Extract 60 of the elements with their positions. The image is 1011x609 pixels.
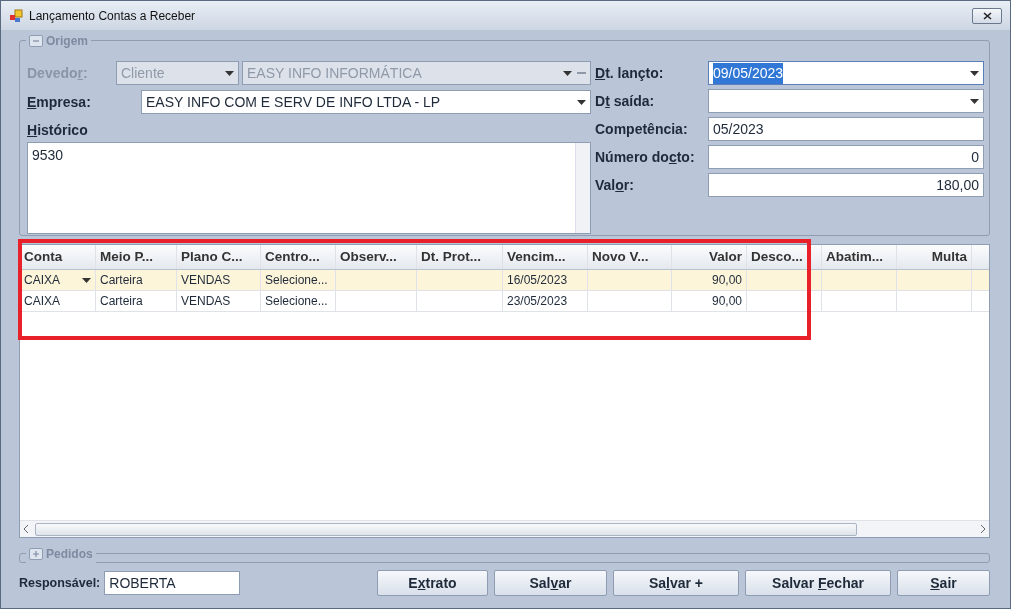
dropdown-caret-icon[interactable] <box>970 70 979 76</box>
action-button[interactable]: Salvar Fechar <box>745 570 891 596</box>
column-header[interactable]: Novo V... <box>588 245 672 269</box>
app-icon <box>9 8 23 23</box>
date-field[interactable]: 09/05/2023 <box>708 61 984 85</box>
table-cell-text: Carteira <box>100 293 143 310</box>
table-cell-text: Carteira <box>100 272 143 289</box>
column-header[interactable]: Vencim... <box>503 245 588 269</box>
close-icon <box>982 11 992 20</box>
table-cell-text: 23/05/2023 <box>507 293 568 310</box>
column-header[interactable]: Observ... <box>336 245 417 269</box>
input-field[interactable]: ROBERTA <box>104 571 241 595</box>
table-cell-text: Selecione... <box>265 293 328 310</box>
field-label: Dt. lançto: <box>595 63 665 83</box>
table-cell-text: 90,00 <box>711 272 742 289</box>
dropdown-caret-icon[interactable] <box>970 98 979 104</box>
action-button[interactable]: Sair <box>897 570 990 596</box>
dropdown-caret-icon[interactable] <box>577 99 586 105</box>
history-textarea[interactable]: 9530 <box>27 142 591 234</box>
column-header[interactable]: Abatim... <box>822 245 897 269</box>
column-header[interactable]: Centro... <box>261 245 336 269</box>
field-label: Empresa: <box>27 92 92 112</box>
selected-row[interactable]: CAIXA Carteira VENDAS Selecione... 16/05/2023 90,00 <box>20 270 989 291</box>
action-button[interactable]: Salvar + <box>613 570 739 596</box>
field-label: Histórico <box>27 121 89 140</box>
action-button[interactable]: Extrato <box>377 570 488 596</box>
table-cell-text: CAIXA <box>24 293 60 310</box>
field-label: Competência: <box>595 119 689 139</box>
column-header[interactable]: Valor <box>672 245 747 269</box>
date-field[interactable] <box>708 89 984 113</box>
action-button[interactable]: Salvar <box>494 570 607 596</box>
table-cell-text: Selecione... <box>265 272 328 289</box>
window-title: Lançamento Contas a Receber <box>29 7 196 25</box>
table-cell-text: VENDAS <box>181 293 231 310</box>
column-header[interactable]: Meio P... <box>96 245 177 269</box>
table-cell-text: 16/05/2023 <box>507 272 568 289</box>
column-header[interactable]: Dt. Prot... <box>417 245 503 269</box>
field-label: Responsável: <box>19 574 101 592</box>
column-header[interactable]: Desco... <box>747 245 822 269</box>
table-cell-text: CAIXA <box>24 272 60 289</box>
input-field[interactable]: 180,00 <box>708 173 984 197</box>
horizontal-scrollbar[interactable] <box>20 520 989 537</box>
field-label: Dt saída: <box>595 91 656 111</box>
company-dropdown[interactable]: EASY INFO COM E SERV DE INFO LTDA - LP <box>141 90 591 114</box>
scroll-left-icon[interactable] <box>23 525 29 533</box>
column-header[interactable]: Plano C... <box>177 245 261 269</box>
table-row[interactable]: CAIXA Carteira VENDAS Selecione... 23/05/2023 90,00 <box>20 291 989 312</box>
column-header[interactable]: Conta <box>20 245 96 269</box>
group-title: Pedidos <box>46 546 93 563</box>
table-cell-text: VENDAS <box>181 272 231 289</box>
field-label: Valor: <box>595 175 635 195</box>
input-field[interactable]: 0 <box>708 145 984 169</box>
field-label: Número docto: <box>595 147 696 167</box>
dropdown-caret-icon[interactable] <box>82 277 91 283</box>
table-cell-text: 90,00 <box>711 293 742 310</box>
close-button[interactable] <box>972 7 1002 24</box>
input-field[interactable]: 05/2023 <box>708 117 984 141</box>
column-header[interactable]: Multa <box>897 245 972 269</box>
group-title: Origem <box>46 33 88 50</box>
scroll-right-icon[interactable] <box>980 525 986 533</box>
